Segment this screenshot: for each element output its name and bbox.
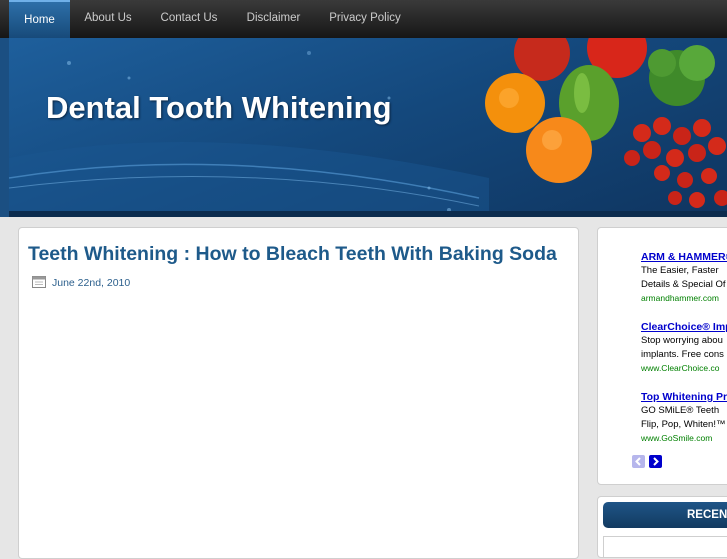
recent-posts-list xyxy=(603,536,727,558)
ad-description: implants. Free cons xyxy=(641,349,724,360)
ad-title-link[interactable]: ClearChoice® Imp xyxy=(641,320,727,334)
ad-url[interactable]: www.GoSmile.com xyxy=(641,432,727,444)
nav-home[interactable]: Home xyxy=(9,0,70,38)
ad-description: Stop worrying abou xyxy=(641,335,723,346)
ad-unit: ClearChoice® Imp Stop worrying abou impl… xyxy=(641,320,727,374)
ad-title-link[interactable]: ARM & HAMMER® xyxy=(641,250,727,264)
ad-url[interactable]: www.ClearChoice.co xyxy=(641,362,727,374)
main-content-panel: Teeth Whitening : How to Bleach Teeth Wi… xyxy=(18,227,579,559)
header-bottom-bar xyxy=(9,211,727,217)
nav-contact-us[interactable]: Contact Us xyxy=(148,0,230,38)
site-header-banner: Dental Tooth Whitening xyxy=(9,38,727,217)
chevron-left-icon[interactable] xyxy=(632,455,645,468)
ad-description: GO SMiLE® Teeth xyxy=(641,405,720,416)
post-date: June 22nd, 2010 xyxy=(52,277,131,289)
ad-description: The Easier, Faster xyxy=(641,265,719,276)
recent-heading-text: RECENT xyxy=(687,509,727,521)
fruit-vegetables-image xyxy=(485,38,727,208)
recent-posts-heading: RECENT xyxy=(603,502,727,528)
chevron-right-icon[interactable] xyxy=(649,455,662,468)
calendar-icon xyxy=(32,276,46,288)
ad-description: Details & Special Of xyxy=(641,279,726,290)
ad-unit: Top Whitening Pro GO SMiLE® Teeth Flip, … xyxy=(641,390,727,444)
sidebar-ads-panel: ARM & HAMMER® The Easier, Faster Details… xyxy=(597,227,727,485)
nav-disclaimer[interactable]: Disclaimer xyxy=(236,0,311,38)
header-left-strip xyxy=(0,38,9,217)
ad-unit: ARM & HAMMER® The Easier, Faster Details… xyxy=(641,250,727,304)
post-title-link[interactable]: Teeth Whitening : How to Bleach Teeth Wi… xyxy=(28,243,557,266)
ad-url[interactable]: armandhammer.com xyxy=(641,292,727,304)
top-navigation: Home About Us Contact Us Disclaimer Priv… xyxy=(0,0,727,39)
nav-about-us[interactable]: About Us xyxy=(72,0,144,38)
nav-privacy-policy[interactable]: Privacy Policy xyxy=(318,0,412,38)
site-title[interactable]: Dental Tooth Whitening xyxy=(46,90,392,126)
ad-description: Flip, Pop, Whiten!™ xyxy=(641,419,726,430)
ad-title-link[interactable]: Top Whitening Pro xyxy=(641,390,727,404)
